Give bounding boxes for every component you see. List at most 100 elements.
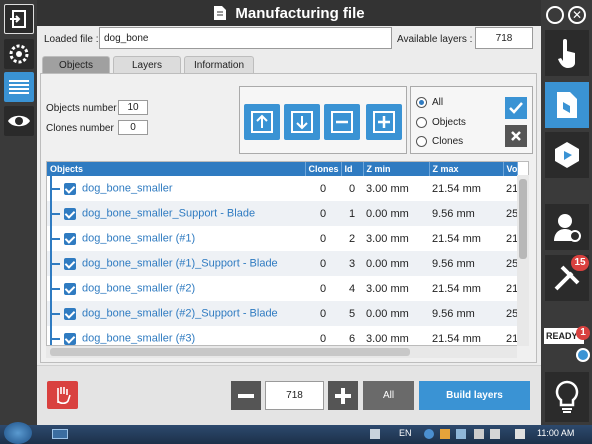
clones-cell: 0 <box>305 201 341 226</box>
power-icon[interactable] <box>546 6 564 24</box>
zmin-cell: 3.00 mm <box>363 226 429 251</box>
object-cell: dog_bone_smaller (#1)_Support - Blade <box>47 251 305 276</box>
id-cell: 3 <box>341 251 363 276</box>
clones-number-field: 0 <box>118 120 148 135</box>
file-icon <box>214 6 227 20</box>
object-cell: dog_bone_smaller (#2)_Support - Blade <box>47 301 305 326</box>
eye-icon[interactable] <box>4 106 34 136</box>
build-layers-button[interactable]: Build layers <box>419 381 530 410</box>
tray-network-icon[interactable] <box>424 429 434 439</box>
table-row[interactable]: dog_bone_smaller_Support - Blade 0 1 0.00 m… <box>47 201 517 226</box>
start-button[interactable] <box>4 422 32 444</box>
move-bottom-button[interactable] <box>284 104 320 140</box>
object-name: dog_bone_smaller (#1)_Support - Blade <box>82 257 278 270</box>
tab-information[interactable]: Information <box>184 56 254 73</box>
layer-increment-button[interactable] <box>328 381 358 410</box>
object-cell: dog_bone_smaller (#1) <box>47 226 305 251</box>
column-header[interactable]: Vo <box>503 162 518 176</box>
settings-icon[interactable] <box>4 39 34 69</box>
checkbox-icon[interactable] <box>64 282 76 295</box>
filter-clones-radio[interactable]: Clones <box>416 136 463 147</box>
radio-selected-icon <box>416 97 427 108</box>
column-header[interactable]: Clones <box>305 162 342 176</box>
table-row[interactable]: dog_bone_smaller (#2)_Support - Blade 0 5 0… <box>47 301 517 326</box>
column-header[interactable]: Z min <box>363 162 430 176</box>
tray-battery-icon[interactable] <box>456 429 466 439</box>
tab-layers[interactable]: Layers <box>113 56 181 73</box>
table-vertical-scrollbar[interactable] <box>517 175 529 346</box>
ready-count-badge: 1 <box>576 326 590 340</box>
tray-device-icon[interactable] <box>490 429 500 439</box>
filter-all-label: All <box>432 97 444 108</box>
table-row[interactable]: dog_bone_smaller (#1)_Support - Blade 0 3 0… <box>47 251 517 276</box>
zmax-cell: 21.54 mm <box>429 226 503 251</box>
deselect-all-button[interactable] <box>505 125 527 147</box>
move-top-icon <box>251 111 273 133</box>
checkbox-icon[interactable] <box>64 332 76 345</box>
tree-line-icon <box>50 251 62 276</box>
layer-input[interactable]: 718 <box>265 381 324 410</box>
layers-list-icon[interactable] <box>4 72 34 102</box>
checkbox-icon[interactable] <box>64 232 76 245</box>
tray-monitor-icon[interactable] <box>474 429 484 439</box>
tray-app-icon[interactable] <box>440 429 450 439</box>
filter-objects-radio[interactable]: Objects <box>416 117 466 128</box>
exit-icon[interactable] <box>4 4 34 34</box>
zmin-cell: 0.00 mm <box>363 251 429 276</box>
tray-volume-icon[interactable] <box>515 429 525 439</box>
keyboard-icon[interactable] <box>52 429 68 439</box>
clock[interactable]: 11:00 AM <box>537 428 574 438</box>
table-row[interactable]: dog_bone_smaller (#3) 063.00 mm21.54 mm21 <box>47 326 517 345</box>
checkbox-icon[interactable] <box>64 257 76 270</box>
all-layers-button[interactable]: All <box>363 381 414 410</box>
table-horizontal-scrollbar[interactable] <box>46 346 517 358</box>
checkbox-icon[interactable] <box>64 182 76 195</box>
layer-decrement-button[interactable] <box>231 381 261 410</box>
language-indicator[interactable]: EN <box>399 428 412 438</box>
loaded-file-field[interactable]: dog_bone <box>99 27 392 49</box>
remove-button[interactable] <box>324 104 360 140</box>
zmax-cell: 9.56 mm <box>429 301 503 326</box>
table-row[interactable]: dog_bone_smaller003.00 mm21.54 mm21 <box>47 176 517 201</box>
move-bottom-icon <box>291 111 313 133</box>
objects-number-field: 10 <box>118 100 148 115</box>
column-header[interactable]: Objects <box>47 162 306 176</box>
manufacturing-file-icon[interactable] <box>545 82 589 128</box>
checkbox-icon[interactable] <box>64 207 76 220</box>
id-cell: 2 <box>341 226 363 251</box>
volume-cell: 21 <box>503 326 517 345</box>
volume-cell: 21 <box>503 226 517 251</box>
user-settings-icon[interactable] <box>545 204 589 250</box>
column-header[interactable]: Z max <box>429 162 504 176</box>
tree-line-icon <box>50 176 62 201</box>
filter-all-radio[interactable]: All <box>416 97 443 108</box>
table-row[interactable]: dog_bone_smaller (#2) 043.00 mm21.54 mm21 <box>47 276 517 301</box>
zmax-cell: 21.54 mm <box>429 176 503 201</box>
radio-icon <box>416 117 427 128</box>
table-row[interactable]: dog_bone_smaller (#1) 023.00 mm21.54 mm21 <box>47 226 517 251</box>
check-icon <box>509 102 523 114</box>
object-cell: dog_bone_smaller_Support - Blade <box>47 201 305 226</box>
zmin-cell: 0.00 mm <box>363 301 429 326</box>
close-icon[interactable]: ✕ <box>568 6 586 24</box>
select-all-button[interactable] <box>505 97 527 119</box>
tab-objects[interactable]: Objects <box>42 56 110 73</box>
vertical-scroll-thumb[interactable] <box>519 179 527 259</box>
lightbulb-icon[interactable] <box>545 372 589 422</box>
add-button[interactable] <box>366 104 402 140</box>
tray-flag-icon[interactable] <box>370 429 380 439</box>
move-top-button[interactable] <box>244 104 280 140</box>
id-cell: 0 <box>341 176 363 201</box>
stop-button[interactable] <box>47 381 78 409</box>
horizontal-scroll-thumb[interactable] <box>50 348 410 356</box>
object-cell: dog_bone_smaller <box>47 176 305 201</box>
clones-cell: 0 <box>305 226 341 251</box>
clones-number-value: 0 <box>130 122 136 133</box>
checkbox-icon[interactable] <box>64 307 76 320</box>
object-name: dog_bone_smaller (#2) <box>82 282 196 295</box>
id-cell: 1 <box>341 201 363 226</box>
touch-icon[interactable] <box>545 30 589 76</box>
slicer-cube-icon[interactable] <box>545 132 589 178</box>
column-header[interactable]: Id <box>341 162 364 176</box>
plus-icon <box>335 387 351 404</box>
